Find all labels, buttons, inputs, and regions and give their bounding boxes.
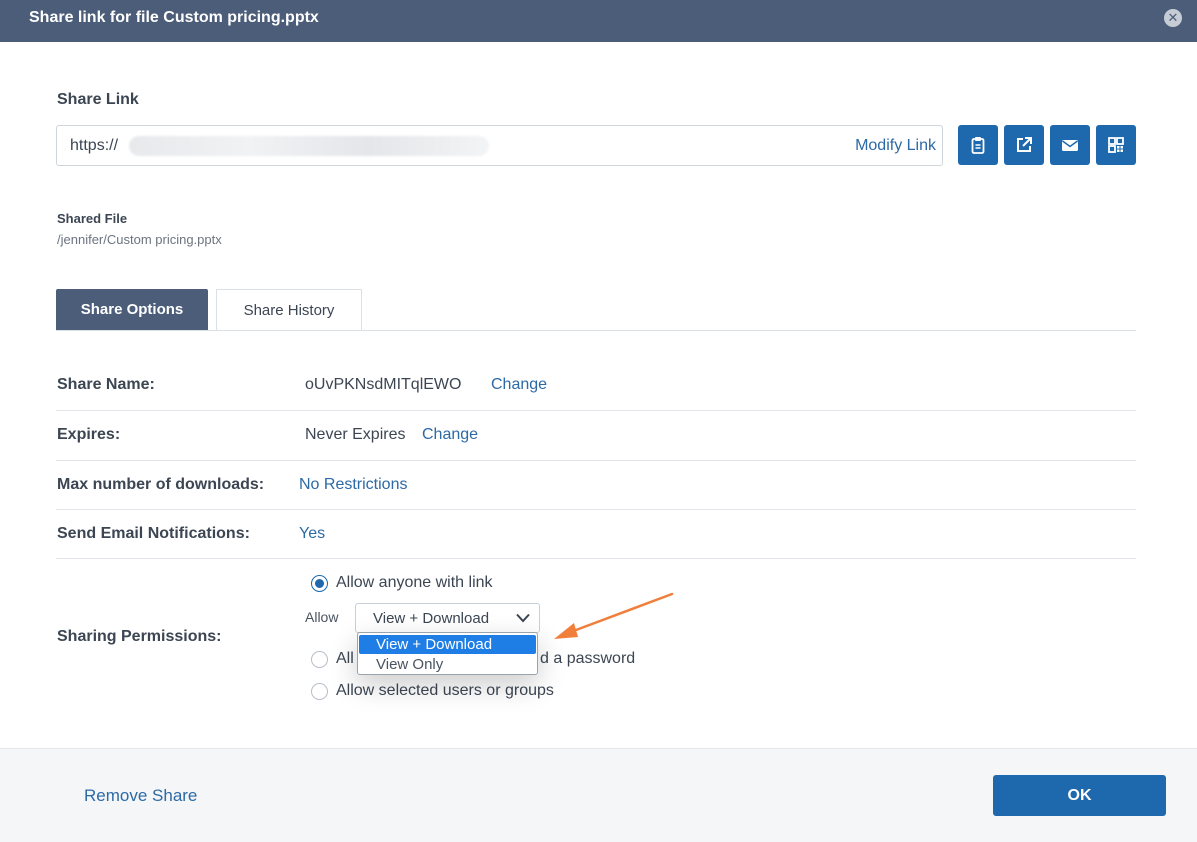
- radio-allow-anyone[interactable]: [311, 575, 328, 592]
- row-divider: [56, 509, 1136, 510]
- permission-select[interactable]: View + Download: [355, 603, 540, 633]
- tab-share-history[interactable]: Share History: [216, 289, 362, 330]
- radio-allow-anyone-label: Allow anyone with link: [336, 574, 493, 591]
- radio-allow-password[interactable]: [311, 651, 328, 668]
- change-share-name-link[interactable]: Change: [491, 376, 547, 394]
- dropdown-option-view-download[interactable]: View + Download: [359, 635, 536, 654]
- clipboard-icon: [971, 137, 985, 154]
- row-divider: [56, 410, 1136, 411]
- dropdown-option-view-only[interactable]: View Only: [359, 655, 536, 674]
- allow-label: Allow: [305, 609, 339, 625]
- email-notifications-label: Send Email Notifications:: [57, 525, 250, 542]
- external-link-icon: [1017, 137, 1032, 152]
- chevron-down-icon: [516, 613, 530, 623]
- radio-allow-selected-users[interactable]: [311, 683, 328, 700]
- redacted-url-blur: [129, 136, 489, 156]
- remove-share-button[interactable]: Remove Share: [84, 786, 197, 806]
- permission-dropdown-menu: View + Download View Only: [357, 632, 538, 675]
- share-link-url: https://: [70, 137, 119, 154]
- expires-label: Expires:: [57, 426, 121, 443]
- radio-allow-password-label-end: d a password: [540, 650, 636, 667]
- tab-share-options[interactable]: Share Options: [56, 289, 208, 330]
- max-downloads-label: Max number of downloads:: [57, 476, 265, 493]
- share-name-value: oUvPKNsdMITqlEWO: [305, 376, 462, 393]
- shared-file-path: /jennifer/Custom pricing.pptx: [57, 232, 222, 247]
- row-divider: [56, 460, 1136, 461]
- permission-select-value: View + Download: [373, 610, 490, 627]
- ok-button[interactable]: OK: [993, 775, 1166, 816]
- qr-code-button[interactable]: [1096, 125, 1136, 165]
- sharing-permissions-label: Sharing Permissions:: [57, 628, 222, 645]
- tab-divider: [56, 330, 1136, 331]
- envelope-icon: [1062, 140, 1078, 151]
- close-icon[interactable]: ✕: [1164, 9, 1182, 27]
- copy-link-button[interactable]: [958, 125, 998, 165]
- annotation-arrow-icon: [554, 592, 674, 639]
- radio-allow-password-label-start: All: [336, 650, 354, 667]
- row-divider: [56, 558, 1136, 559]
- change-expires-link[interactable]: Change: [422, 426, 478, 444]
- email-link-button[interactable]: [1050, 125, 1090, 165]
- share-link-field[interactable]: https:// Modify Link: [56, 125, 943, 166]
- email-notifications-link[interactable]: Yes: [299, 525, 325, 543]
- dialog-titlebar: Share link for file Custom pricing.pptx …: [0, 0, 1197, 42]
- max-downloads-link[interactable]: No Restrictions: [299, 476, 407, 494]
- expires-value: Never Expires: [305, 426, 406, 443]
- open-link-button[interactable]: [1004, 125, 1044, 165]
- modify-link-button[interactable]: Modify Link: [855, 137, 936, 155]
- share-link-label: Share Link: [57, 91, 139, 108]
- shared-file-label: Shared File: [57, 211, 128, 226]
- qr-code-icon: [1108, 137, 1124, 153]
- radio-allow-selected-users-label: Allow selected users or groups: [336, 682, 554, 699]
- share-name-label: Share Name:: [57, 376, 155, 393]
- dialog-title: Share link for file Custom pricing.pptx: [29, 9, 319, 26]
